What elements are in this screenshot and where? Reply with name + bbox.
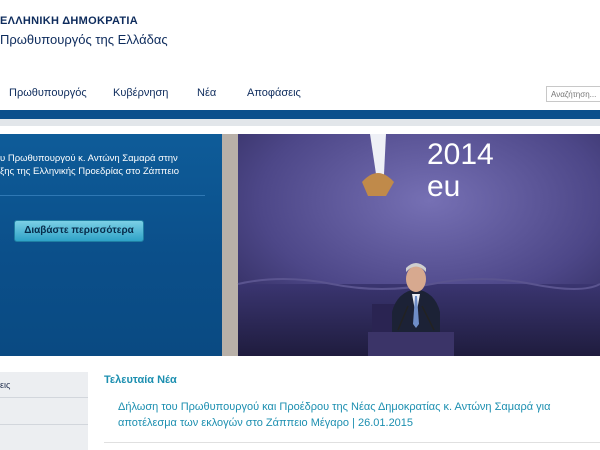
- hero-caption-panel: υ Πρωθυπουργού κ. Αντώνη Σαμαρά στην ξης…: [0, 134, 222, 356]
- hero-divider: [0, 195, 205, 196]
- hero-photo[interactable]: 2014 eu: [222, 134, 600, 356]
- sidebar: εις: [0, 372, 88, 450]
- news-item-line2: αποτέλεσμα των εκλογών στο Ζάππειο Μέγαρ…: [118, 417, 414, 429]
- hero-headline-line1: υ Πρωθυπουργού κ. Αντώνη Σαμαρά στην: [0, 153, 178, 164]
- sidebar-item[interactable]: [0, 426, 88, 450]
- speech-photo-illustration: 2014 eu: [222, 134, 600, 356]
- read-more-button[interactable]: Διαβάστε περισσότερα: [14, 220, 144, 242]
- sidebar-item[interactable]: εις: [0, 372, 88, 398]
- nav-item-government[interactable]: Κυβέρνηση: [113, 87, 168, 99]
- news-item-line1: Δήλωση του Πρωθυπουργού και Προέδρου της…: [118, 401, 551, 413]
- nav-item-news[interactable]: Νέα: [197, 87, 216, 99]
- photo-sign-year: 2014: [427, 138, 494, 171]
- news-item-link[interactable]: Δήλωση του Πρωθυπουργού και Προέδρου της…: [118, 399, 600, 431]
- nav-item-decisions[interactable]: Αποφάσεις: [247, 87, 301, 99]
- country-name: ΕΛΛΗΝΙΚΗ ΔΗΜΟΚΡΑΤΙΑ: [0, 15, 138, 27]
- hero-headline-line2: ξης της Ελληνικής Προεδρίας στο Ζάππειο: [0, 166, 179, 177]
- office-title[interactable]: Πρωθυπουργός της Ελλάδας: [0, 32, 168, 47]
- news-divider: [104, 442, 600, 443]
- main-nav: Πρωθυπουργός Κυβέρνηση Νέα Αποφάσεις: [0, 78, 600, 108]
- latest-news-title: Τελευταία Νέα: [104, 374, 177, 386]
- header-band-light: [0, 119, 600, 126]
- sidebar-item[interactable]: [0, 399, 88, 425]
- hero-banner: υ Πρωθυπουργού κ. Αντώνη Σαμαρά στην ξης…: [0, 134, 600, 356]
- nav-item-prime-minister[interactable]: Πρωθυπουργός: [9, 87, 87, 99]
- header-band: [0, 110, 600, 119]
- photo-sign-eu: eu: [427, 170, 460, 203]
- search-input[interactable]: [546, 86, 600, 102]
- site-header: ΕΛΛΗΝΙΚΗ ΔΗΜΟΚΡΑΤΙΑ Πρωθυπουργός της Ελλ…: [0, 0, 600, 70]
- hero-headline[interactable]: υ Πρωθυπουργού κ. Αντώνη Σαμαρά στην ξης…: [0, 152, 215, 178]
